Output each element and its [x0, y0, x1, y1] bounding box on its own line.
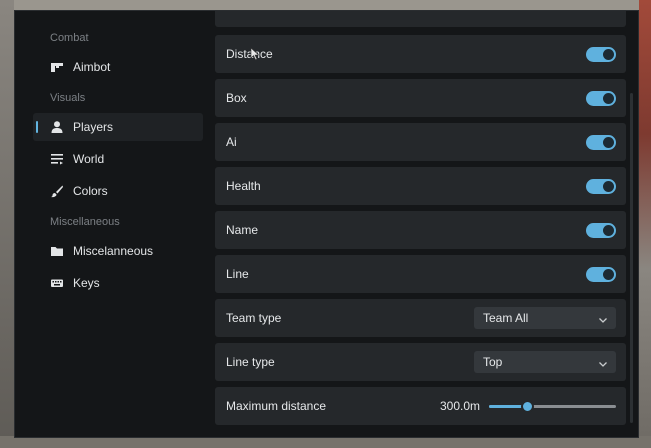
setting-label: Maximum distance [226, 399, 327, 413]
sidebar-item-label: Players [73, 120, 114, 134]
sidebar-item-label: Aimbot [73, 60, 111, 74]
brush-icon [50, 184, 64, 198]
line-type-select[interactable]: Top [474, 351, 616, 373]
sidebar-item-aimbot[interactable]: Aimbot [33, 53, 203, 81]
section-label-visuals: Visuals [50, 92, 86, 104]
sidebar-item-colors[interactable]: Colors [33, 177, 203, 205]
team-type-select[interactable]: Team All [474, 307, 616, 329]
chevron-down-icon [598, 356, 608, 367]
name-toggle[interactable] [586, 223, 616, 238]
line-toggle[interactable] [586, 267, 616, 282]
setting-row-line: Line [215, 255, 626, 293]
folder-icon [50, 244, 64, 258]
chevron-down-icon [598, 312, 608, 323]
distance-toggle[interactable] [586, 47, 616, 62]
gun-icon [50, 60, 64, 74]
toggle-knob [603, 93, 614, 104]
setting-row-maximum-distance: Maximum distance 300.0m [215, 387, 626, 425]
scrollbar[interactable] [630, 93, 633, 423]
select-value: Team All [483, 311, 529, 325]
setting-row-box: Box [215, 79, 626, 117]
setting-row-line-type: Line type Top [215, 343, 626, 381]
active-indicator [36, 121, 38, 133]
sidebar-item-label: Keys [73, 276, 100, 290]
sidebar-item-miscelanneous[interactable]: Miscelanneous [33, 237, 203, 265]
sidebar-item-label: Colors [73, 184, 108, 198]
setting-label: Team type [226, 311, 282, 325]
setting-row-health: Health [215, 167, 626, 205]
menu-window: Combat Aimbot Visuals Players World Colo… [14, 10, 639, 438]
sidebar-item-keys[interactable]: Keys [33, 269, 203, 297]
box-toggle[interactable] [586, 91, 616, 106]
setting-row-ai: Ai [215, 123, 626, 161]
slider-value: 300.0m [439, 399, 480, 413]
game-background-right [639, 0, 651, 448]
setting-row-team-type: Team type Team All [215, 299, 626, 337]
keyboard-icon [50, 276, 64, 290]
section-label-miscellaneous: Miscellaneous [50, 216, 120, 228]
setting-label: Line [226, 267, 249, 281]
sidebar-item-world[interactable]: World [33, 145, 203, 173]
slider-thumb[interactable] [521, 400, 535, 413]
toggle-knob [603, 181, 614, 192]
setting-row-partial [215, 11, 626, 27]
mouse-cursor-icon [250, 47, 260, 61]
list-icon [50, 152, 64, 166]
section-label-combat: Combat [50, 32, 89, 44]
setting-label: Health [226, 179, 261, 193]
setting-label: Ai [226, 135, 237, 149]
sidebar-item-label: Miscelanneous [73, 244, 154, 258]
person-icon [50, 120, 64, 134]
game-background-left [0, 0, 14, 448]
setting-label: Name [226, 223, 259, 237]
sidebar: Combat Aimbot Visuals Players World Colo… [15, 11, 211, 437]
setting-row-name: Name [215, 211, 626, 249]
toggle-knob [603, 269, 614, 280]
toggle-knob [603, 225, 614, 236]
sidebar-item-players[interactable]: Players [33, 113, 203, 141]
select-value: Top [483, 355, 503, 369]
sidebar-item-label: World [73, 152, 105, 166]
ai-toggle[interactable] [586, 135, 616, 150]
maximum-distance-slider[interactable] [489, 400, 616, 413]
health-toggle[interactable] [586, 179, 616, 194]
toggle-knob [603, 137, 614, 148]
setting-label: Box [226, 91, 247, 105]
setting-label: Line type [226, 355, 275, 369]
toggle-knob [603, 49, 614, 60]
settings-panel: Distance Box Ai Health Name Line Team ty… [215, 11, 635, 437]
setting-row-distance: Distance [215, 35, 626, 73]
